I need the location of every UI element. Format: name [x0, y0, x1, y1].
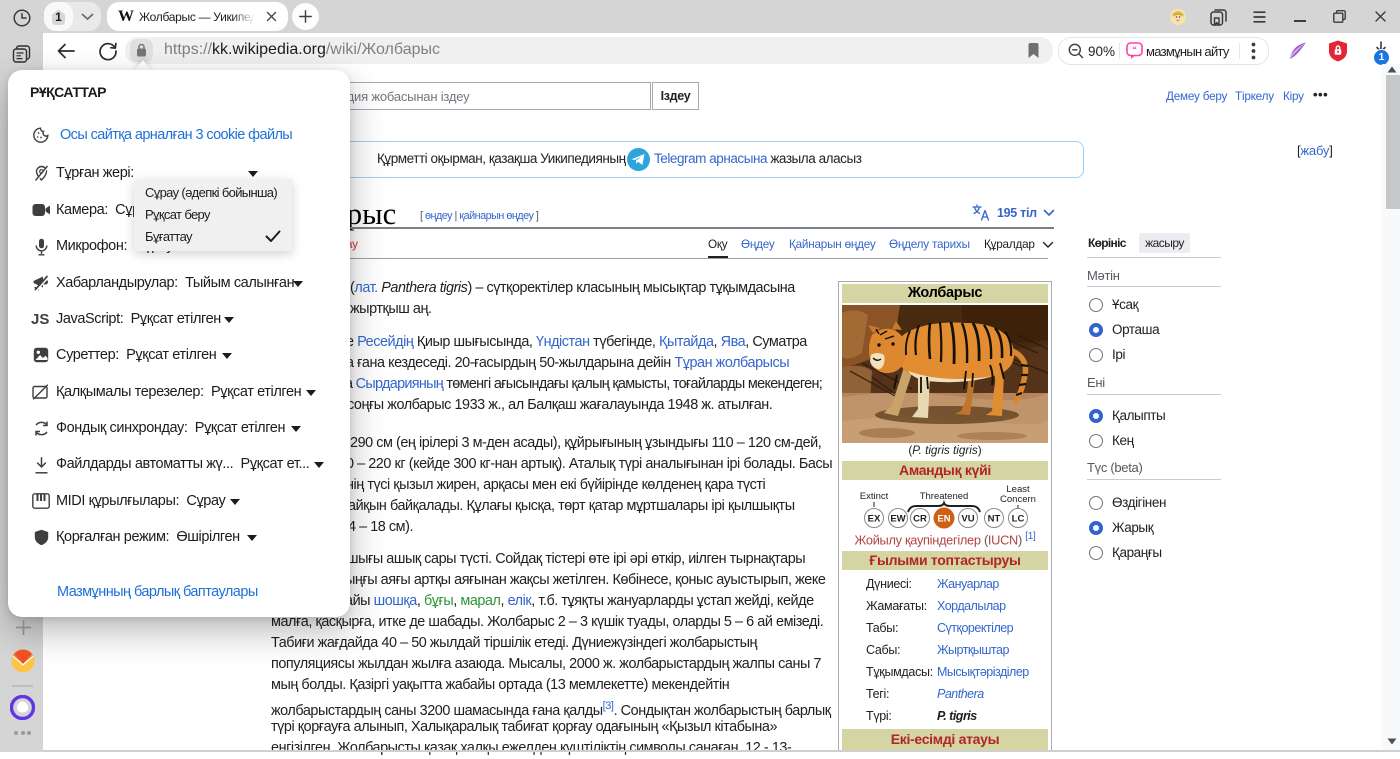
- svg-text:EN: EN: [937, 514, 950, 525]
- svg-text:“: “: [1132, 45, 1137, 55]
- svg-text:LC: LC: [1012, 514, 1025, 525]
- svg-text:NT: NT: [988, 514, 1001, 525]
- svg-text:1: 1: [55, 10, 62, 24]
- svg-text:Concern: Concern: [1000, 494, 1036, 505]
- svg-text:CR: CR: [913, 514, 927, 525]
- svg-text:EW: EW: [890, 514, 905, 525]
- svg-text:VU: VU: [961, 514, 974, 525]
- svg-text:Extinct: Extinct: [860, 491, 889, 502]
- svg-text:EX: EX: [868, 514, 881, 525]
